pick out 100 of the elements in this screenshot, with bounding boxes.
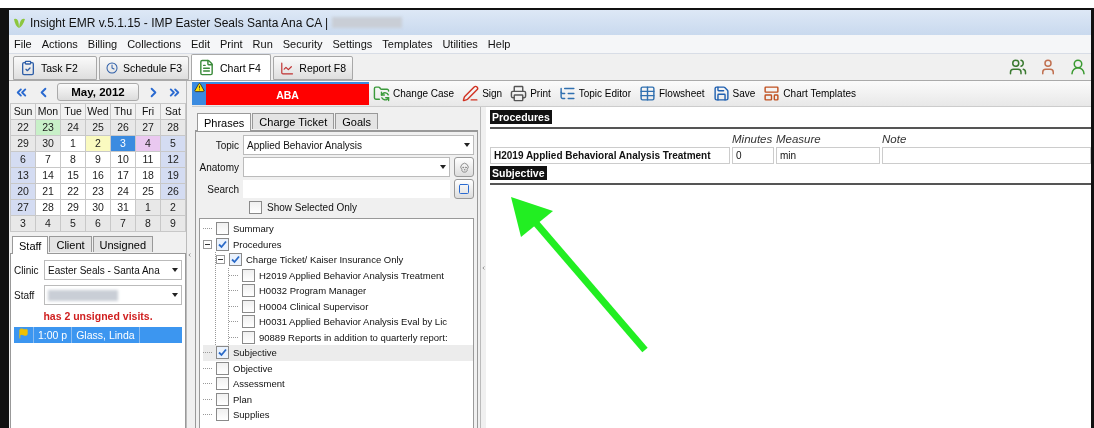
calendar-day[interactable]: 23 bbox=[36, 120, 60, 135]
menu-item[interactable]: Security bbox=[277, 38, 328, 50]
calendar-day[interactable]: 25 bbox=[86, 120, 110, 135]
tab[interactable]: Goals bbox=[335, 113, 378, 129]
tree-item[interactable]: Summary bbox=[203, 221, 473, 237]
calendar-day[interactable]: 30 bbox=[36, 136, 60, 151]
tree-item[interactable]: H0031 Applied Behavior Analysis Eval by Lic bbox=[229, 314, 473, 330]
month-button[interactable]: May, 2012 bbox=[57, 83, 139, 101]
tree-item[interactable]: Charge Ticket/ Kaiser Insurance Only bbox=[216, 252, 473, 268]
staff-dropdown[interactable] bbox=[44, 285, 182, 305]
topic-dropdown[interactable]: Applied Behavior Analysis bbox=[243, 135, 474, 155]
calendar-day[interactable]: 8 bbox=[136, 216, 160, 231]
checkbox[interactable] bbox=[216, 346, 229, 360]
calendar-day[interactable]: 28 bbox=[161, 120, 185, 135]
measure-field[interactable]: min bbox=[776, 147, 880, 164]
note-field[interactable] bbox=[882, 147, 1091, 164]
calendar-day[interactable]: 9 bbox=[86, 152, 110, 167]
menu-item[interactable]: Run bbox=[247, 38, 278, 50]
calendar-day[interactable]: 26 bbox=[161, 184, 185, 199]
checkbox[interactable] bbox=[242, 268, 255, 282]
calendar-day[interactable]: 5 bbox=[161, 136, 185, 151]
checkbox[interactable] bbox=[216, 237, 229, 251]
calendar-day[interactable]: 7 bbox=[36, 152, 60, 167]
tab[interactable]: Report F8 bbox=[273, 56, 353, 80]
calendar-day[interactable]: 13 bbox=[11, 168, 35, 183]
tree-item[interactable]: Procedures bbox=[203, 236, 473, 252]
tree-item[interactable]: H0004 Clinical Supervisor bbox=[229, 298, 473, 314]
calendar-day[interactable]: 25 bbox=[136, 184, 160, 199]
calendar-day[interactable]: 15 bbox=[61, 168, 85, 183]
calendar-day[interactable]: 4 bbox=[136, 136, 160, 151]
calendar-day[interactable]: 24 bbox=[111, 184, 135, 199]
tree-item[interactable]: H0032 Program Manager bbox=[229, 283, 473, 299]
calendar-day[interactable]: 8 bbox=[61, 152, 85, 167]
minutes-field[interactable]: 0 bbox=[732, 147, 774, 164]
menu-item[interactable]: Billing bbox=[82, 38, 123, 50]
menu-item[interactable]: Templates bbox=[377, 38, 438, 50]
tab[interactable]: Staff bbox=[12, 236, 49, 254]
tree-item[interactable]: Assessment bbox=[203, 376, 473, 392]
toolbar-button[interactable]: Topic Editor bbox=[554, 82, 635, 105]
toolbar-button[interactable]: Save bbox=[708, 82, 760, 105]
calendar-day[interactable]: 18 bbox=[136, 168, 160, 183]
checkbox[interactable] bbox=[216, 361, 229, 375]
tab[interactable]: Phrases bbox=[197, 113, 252, 131]
calendar-day[interactable]: 7 bbox=[111, 216, 135, 231]
calendar-day[interactable]: 2 bbox=[161, 200, 185, 215]
tab[interactable]: Chart F4 bbox=[191, 54, 271, 80]
menu-item[interactable]: File bbox=[9, 38, 37, 50]
calendar-day[interactable]: 12 bbox=[161, 152, 185, 167]
collapse-icon[interactable] bbox=[216, 255, 225, 265]
calendar-day[interactable]: 6 bbox=[11, 152, 35, 167]
nav-button[interactable]: Schedule F3 bbox=[99, 56, 189, 80]
toolbar-button[interactable]: Flowsheet bbox=[635, 82, 709, 105]
calendar-day[interactable]: 27 bbox=[136, 120, 160, 135]
tree-item[interactable]: Subjective bbox=[203, 345, 473, 361]
checkbox[interactable] bbox=[229, 253, 242, 267]
calendar-day[interactable]: 21 bbox=[36, 184, 60, 199]
collapse-handle-icon[interactable] bbox=[187, 250, 192, 259]
calendar-day[interactable]: 27 bbox=[11, 200, 35, 215]
tree-item[interactable]: H2019 Applied Behavior Analysis Treatment bbox=[229, 267, 473, 283]
calendar-day[interactable]: 29 bbox=[11, 136, 35, 151]
calendar-day[interactable]: 26 bbox=[111, 120, 135, 135]
calendar-day[interactable]: 14 bbox=[36, 168, 60, 183]
checkbox[interactable] bbox=[216, 392, 229, 406]
calendar-day[interactable]: 22 bbox=[61, 184, 85, 199]
toolbar-button[interactable]: Chart Templates bbox=[759, 82, 860, 105]
collapse-handle-icon[interactable] bbox=[481, 263, 486, 272]
checkbox[interactable] bbox=[216, 222, 229, 236]
tree-item[interactable]: Plan bbox=[203, 391, 473, 407]
menu-item[interactable]: Help bbox=[482, 38, 516, 50]
tree-item[interactable]: Supplies bbox=[203, 407, 473, 423]
collapse-icon[interactable] bbox=[203, 239, 212, 249]
calendar-day[interactable]: 29 bbox=[61, 200, 85, 215]
calendar-day[interactable]: 4 bbox=[36, 216, 60, 231]
user-icon[interactable] bbox=[1039, 58, 1057, 76]
calendar-day[interactable]: 9 bbox=[161, 216, 185, 231]
calendar-day[interactable]: 3 bbox=[11, 216, 35, 231]
toolbar-button[interactable]: Sign bbox=[458, 82, 507, 105]
calendar-day[interactable]: 11 bbox=[136, 152, 160, 167]
calendar-day[interactable]: 5 bbox=[61, 216, 85, 231]
clinic-dropdown[interactable]: Easter Seals - Santa Ana bbox=[44, 260, 182, 280]
calendar-day[interactable]: 22 bbox=[11, 120, 35, 135]
checkbox[interactable] bbox=[242, 299, 255, 313]
calendar-day[interactable]: 17 bbox=[111, 168, 135, 183]
calendar-day[interactable]: 24 bbox=[61, 120, 85, 135]
checkbox[interactable] bbox=[242, 315, 255, 329]
calendar-day[interactable]: 1 bbox=[61, 136, 85, 151]
menu-item[interactable]: Utilities bbox=[437, 38, 483, 50]
menu-item[interactable]: Collections bbox=[122, 38, 186, 50]
toolbar-button[interactable]: Print bbox=[506, 82, 555, 105]
checkbox[interactable] bbox=[242, 284, 255, 298]
menu-item[interactable]: Edit bbox=[186, 38, 215, 50]
calendar-day[interactable]: 10 bbox=[111, 152, 135, 167]
checkbox[interactable] bbox=[216, 377, 229, 391]
calendar-day[interactable]: 2 bbox=[86, 136, 110, 151]
calendar-day[interactable]: 16 bbox=[86, 168, 110, 183]
user-icon[interactable] bbox=[1069, 58, 1087, 76]
tab[interactable]: Unsigned bbox=[92, 236, 154, 252]
menu-item[interactable]: Print bbox=[214, 38, 248, 50]
tab[interactable]: Charge Ticket bbox=[252, 113, 335, 129]
calendar-day[interactable]: 28 bbox=[36, 200, 60, 215]
